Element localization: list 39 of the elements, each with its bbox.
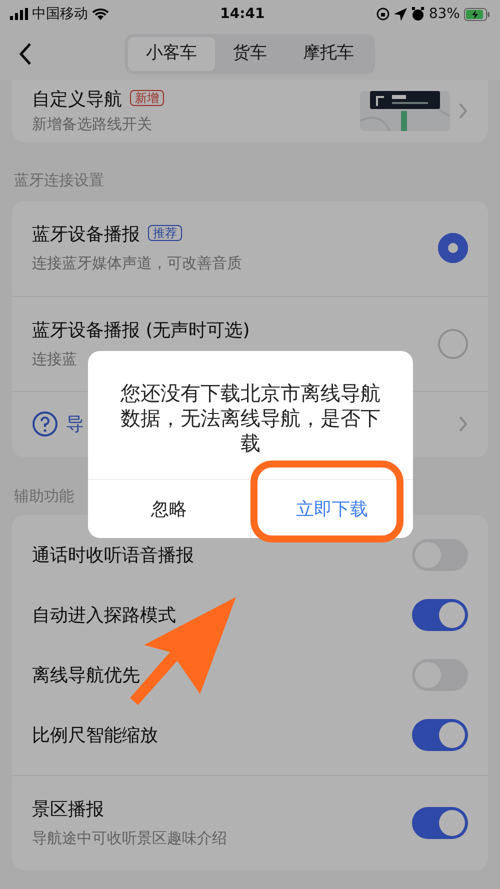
toggle-switch[interactable]	[412, 807, 468, 839]
radio-button[interactable]	[438, 328, 468, 358]
setting-title: 通话时收听语音播报	[32, 544, 194, 568]
setting-subtitle: 新增备选路线开关	[32, 114, 153, 136]
section-header: 辅助功能	[13, 486, 75, 506]
vehicle-tab[interactable]: 摩托车	[285, 37, 372, 71]
setting-subtitle: 连接蓝牙媒体声道，可改善音质	[32, 253, 242, 274]
setting-title: 自定义导航	[32, 89, 122, 110]
setting-title: 自动进入探路模式	[32, 604, 176, 628]
dialog-button[interactable]: 忽略	[88, 480, 250, 538]
toggle-switch[interactable]	[412, 719, 468, 751]
dialog-button[interactable]: 立即下载	[250, 480, 413, 538]
setting-subtitle: 导航途中可收听景区趣味介绍	[32, 828, 227, 850]
setting-title: 蓝牙设备播报	[32, 224, 140, 246]
help-link[interactable]: 导	[66, 410, 84, 438]
recommend-tag: 推荐	[148, 225, 182, 242]
rotation-lock-icon	[376, 7, 390, 21]
carrier-name: 中国移动	[32, 4, 88, 24]
help-icon	[32, 411, 58, 437]
new-tag: 新增	[130, 90, 164, 106]
alarm-icon	[410, 7, 425, 21]
dialog-message: 您还没有下载北京市离线导航数据，无法离线导航，是否下载	[120, 380, 382, 457]
setting-title: 离线导航优先	[32, 664, 140, 688]
setting-title: 景区播报	[32, 798, 105, 822]
status-time: 14:41	[220, 4, 265, 24]
location-arrow-icon	[394, 8, 407, 20]
toggle-switch[interactable]	[412, 599, 468, 631]
vehicle-tab[interactable]: 小客车	[128, 37, 215, 71]
wifi-icon	[92, 8, 109, 20]
section-header: 蓝牙连接设置	[13, 170, 105, 191]
back-icon[interactable]	[18, 42, 32, 66]
setting-subtitle: 连接蓝	[32, 348, 78, 370]
signal-icon	[10, 8, 28, 20]
setting-title: 比例尺智能缩放	[32, 724, 158, 748]
vehicle-tab[interactable]: 货车	[215, 37, 285, 71]
battery-percent: 83%	[428, 4, 460, 24]
battery-icon	[464, 8, 490, 20]
setting-title: 蓝牙设备播报 (无声时可选)	[32, 320, 250, 341]
radio-button[interactable]	[438, 233, 468, 263]
